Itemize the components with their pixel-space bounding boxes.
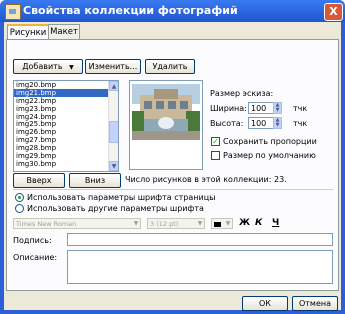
title-bar[interactable]: Свойства коллекции фотографий X — [0, 0, 345, 22]
add-button-label: Добавить — [22, 62, 63, 71]
picture-list-item[interactable]: img30.bmp — [14, 160, 118, 168]
font-size-value: 3 (12 pt) — [150, 220, 179, 228]
keep-proportions-label: Сохранить пропорции — [223, 137, 317, 146]
default-size-checkbox[interactable] — [211, 151, 220, 160]
height-input[interactable]: 100 — [248, 117, 274, 129]
tab-layout[interactable]: Макет — [48, 24, 80, 39]
picture-list-item[interactable]: img21.bmp — [14, 88, 118, 97]
description-label: Описание: — [13, 253, 58, 262]
height-spinner[interactable]: ▲ ▼ — [273, 117, 282, 129]
scroll-down-icon[interactable]: ▼ — [109, 161, 118, 171]
move-down-button[interactable]: Вниз — [69, 173, 121, 188]
window-title: Свойства коллекции фотографий — [23, 4, 238, 17]
caption-input[interactable] — [67, 233, 333, 246]
font-color-select[interactable]: ▼ — [211, 218, 233, 229]
picture-list-item[interactable]: img26.bmp — [14, 128, 118, 136]
font-size-select[interactable]: 3 (12 pt) ▼ — [147, 218, 205, 229]
dialog-body: Рисунки Макет Добавить ▼ Изменить... Уда… — [4, 22, 341, 311]
bold-button[interactable]: Ж — [239, 218, 250, 228]
list-scrollbar[interactable]: ▲ ▼ — [108, 81, 118, 171]
picture-list-item[interactable]: img25.bmp — [14, 120, 118, 129]
use-other-font-label: Использовать другие параметры шрифта — [27, 204, 204, 213]
height-label: Высота: — [210, 119, 244, 128]
use-other-font-radio[interactable] — [15, 204, 24, 213]
use-page-font-radio[interactable] — [15, 193, 24, 202]
picture-list-item[interactable]: img28.bmp — [14, 144, 118, 152]
close-button[interactable]: X — [324, 3, 343, 21]
use-page-font-label: Использовать параметры шрифта страницы — [27, 193, 216, 202]
picture-list[interactable]: img20.bmp img21.bmp img22.bmp img23.bmp img2… — [13, 80, 119, 172]
picture-list-item[interactable]: img23.bmp — [14, 105, 118, 113]
separator — [13, 189, 333, 190]
picture-preview — [129, 80, 203, 170]
width-label: Ширина: — [210, 104, 247, 113]
caption-label: Подпись: — [13, 236, 52, 245]
chevron-down-icon: ▼ — [69, 64, 74, 71]
font-name-select[interactable]: Times New Roman ▼ — [13, 218, 141, 229]
tab-panel: Добавить ▼ Изменить... Удалить img20.bmp… — [6, 39, 339, 291]
scroll-up-icon[interactable]: ▲ — [109, 81, 118, 91]
chevron-down-icon: ▼ — [133, 220, 139, 227]
dialog-window: Свойства коллекции фотографий X Рисунки … — [0, 0, 345, 314]
default-size-label: Размер по умолчанию — [223, 151, 316, 160]
add-button[interactable]: Добавить ▼ — [13, 59, 83, 74]
width-input[interactable]: 100 — [248, 102, 274, 114]
picture-list-item[interactable]: img20.bmp — [14, 81, 118, 89]
chevron-down-icon: ▼ — [225, 220, 231, 227]
edit-button[interactable]: Изменить... — [85, 59, 141, 74]
color-swatch-icon — [214, 222, 221, 227]
italic-button[interactable]: К — [255, 218, 262, 228]
building-photo — [132, 84, 200, 140]
move-up-button[interactable]: Вверх — [13, 173, 65, 188]
delete-button[interactable]: Удалить — [145, 59, 195, 74]
ok-button[interactable]: ОК — [242, 296, 288, 311]
chevron-down-icon: ▼ — [197, 220, 203, 227]
description-input[interactable] — [67, 250, 333, 284]
width-spinner[interactable]: ▲ ▼ — [273, 102, 282, 114]
scroll-thumb[interactable] — [109, 121, 118, 143]
keep-proportions-checkbox[interactable]: ✓ — [211, 137, 220, 146]
picture-list-item[interactable]: img27.bmp — [14, 136, 118, 144]
font-name-value: Times New Roman — [16, 220, 77, 228]
picture-list-item[interactable]: img24.bmp — [14, 113, 118, 121]
gallery-icon — [5, 4, 21, 20]
picture-count: Число рисунков в этой коллекции: 23. — [125, 175, 287, 184]
width-unit: тчк — [293, 104, 308, 113]
picture-list-item[interactable]: img22.bmp — [14, 97, 118, 105]
cancel-button[interactable]: Отмена — [292, 296, 338, 311]
thumb-size-title: Размер эскиза: — [210, 89, 274, 98]
picture-list-item[interactable]: img29.bmp — [14, 152, 118, 160]
underline-button[interactable]: Ч — [272, 218, 279, 228]
height-unit: тчк — [293, 119, 308, 128]
